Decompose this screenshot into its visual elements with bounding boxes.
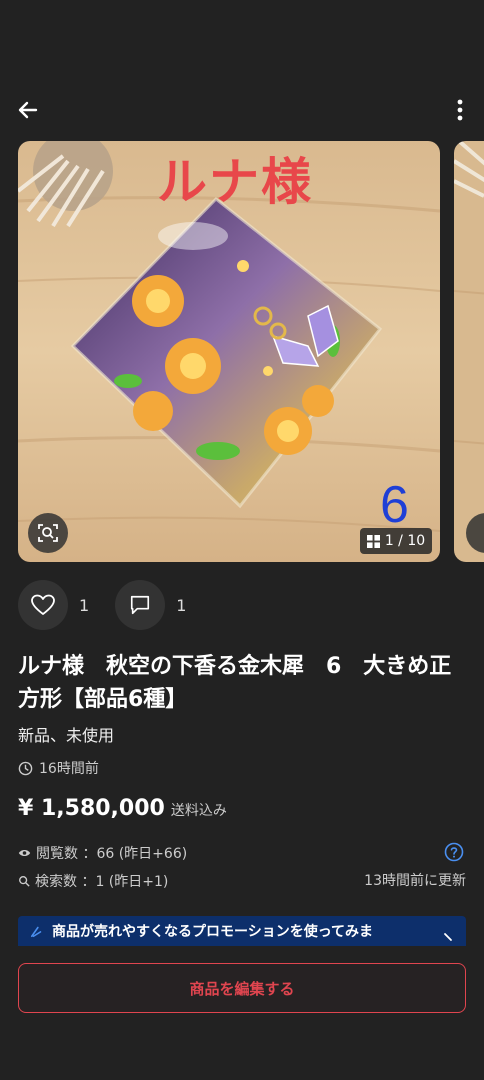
more-options-button[interactable] [454, 96, 466, 124]
heart-icon [31, 594, 55, 615]
promotion-banner[interactable]: 商品が売れやすくなるプロモーションを使ってみま [18, 916, 466, 946]
search-icon [19, 876, 30, 887]
posted-time-text: 16時間前 [39, 761, 99, 777]
photo-counter-text: 1 / 10 [384, 533, 426, 549]
next-photo-image [454, 141, 484, 562]
photo-gallery[interactable]: ルナ様 6 1 / 10 [18, 141, 484, 562]
search-count-row: 検索数 ：1 (昨日+1) [18, 871, 168, 891]
comment-count: 1 [176, 595, 187, 615]
help-icon[interactable] [444, 842, 464, 862]
overlay-name-text: ルナ様 [157, 153, 313, 211]
view-count-text: 閲覧数 ：66 (昨日+66) [36, 846, 188, 862]
more-vertical-icon [457, 99, 463, 121]
photo-counter[interactable]: 1 / 10 [360, 528, 432, 554]
search-count-text: 検索数 ：1 (昨日+1) [35, 874, 169, 890]
eye-icon [18, 849, 31, 857]
next-photo-peek[interactable] [454, 141, 484, 562]
item-price: ¥ 1,580,000 [18, 796, 165, 821]
clock-icon [18, 761, 33, 775]
chevron-right-icon [444, 933, 452, 941]
overlay-number-text: 6 [380, 476, 409, 534]
like-count: 1 [79, 595, 90, 615]
grid-icon [366, 534, 380, 548]
posted-time: 16時間前 [18, 758, 99, 778]
like-button[interactable] [18, 580, 68, 630]
image-search-button[interactable] [28, 513, 68, 553]
comment-icon [131, 595, 150, 615]
promotion-text: 商品が売れやすくなるプロモーションを使ってみま [52, 924, 374, 940]
back-button[interactable] [14, 96, 42, 124]
action-row: 1 1 [18, 580, 212, 630]
view-count-row: 閲覧数 ：66 (昨日+66) [18, 843, 187, 863]
item-title: ルナ様 秋空の下香る金木犀 6 大きめ正方形【部品6種】 [18, 654, 452, 712]
product-photo[interactable]: ルナ様 6 [18, 141, 440, 562]
edit-item-button[interactable]: 商品を編集する [18, 963, 466, 1013]
price-row: ¥ 1,580,000 送料込み [18, 796, 227, 821]
image-search-icon [38, 524, 58, 542]
arrow-left-icon [18, 101, 38, 119]
shipping-label: 送料込み [170, 803, 227, 819]
updated-time: 13時間前に更新 [364, 873, 466, 889]
comment-button[interactable] [115, 580, 166, 630]
item-condition: 新品、未使用 [18, 726, 115, 745]
top-bar [0, 88, 484, 132]
megaphone-icon [30, 926, 42, 938]
